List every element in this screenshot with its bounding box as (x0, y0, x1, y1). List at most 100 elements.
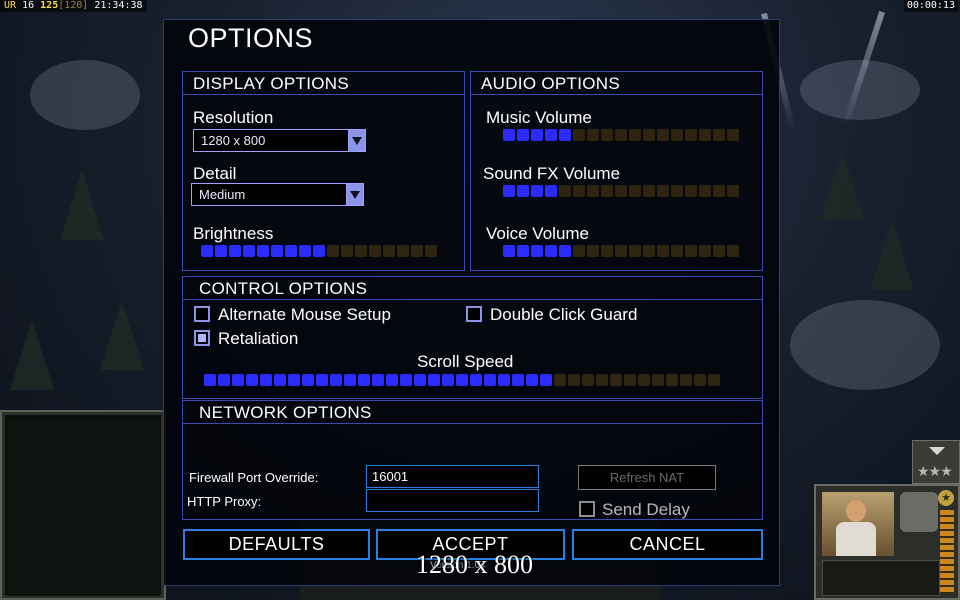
slider-segment[interactable] (285, 245, 297, 257)
slider-segment[interactable] (540, 374, 552, 386)
slider-segment[interactable] (341, 245, 353, 257)
slider-segment[interactable] (456, 374, 468, 386)
slider-segment[interactable] (517, 129, 529, 141)
slider-segment[interactable] (517, 245, 529, 257)
slider-segment[interactable] (215, 245, 227, 257)
slider-segment[interactable] (573, 129, 585, 141)
slider-segment[interactable] (624, 374, 636, 386)
slider-segment[interactable] (531, 245, 543, 257)
slider-segment[interactable] (559, 129, 571, 141)
double-click-guard-checkbox[interactable] (466, 306, 482, 322)
slider-segment[interactable] (652, 374, 664, 386)
slider-segment[interactable] (232, 374, 244, 386)
refresh-nat-button[interactable]: Refresh NAT (578, 465, 716, 490)
slider-segment[interactable] (503, 129, 515, 141)
slider-segment[interactable] (638, 374, 650, 386)
slider-segment[interactable] (355, 245, 367, 257)
slider-segment[interactable] (372, 374, 384, 386)
slider-segment[interactable] (246, 374, 258, 386)
slider-segment[interactable] (559, 245, 571, 257)
slider-segment[interactable] (271, 245, 283, 257)
slider-segment[interactable] (680, 374, 692, 386)
slider-segment[interactable] (288, 374, 300, 386)
slider-segment[interactable] (260, 374, 272, 386)
slider-segment[interactable] (201, 245, 213, 257)
slider-segment[interactable] (629, 185, 641, 197)
slider-segment[interactable] (313, 245, 325, 257)
slider-segment[interactable] (411, 245, 423, 257)
slider-segment[interactable] (615, 185, 627, 197)
slider-segment[interactable] (531, 185, 543, 197)
scroll-speed-slider[interactable] (204, 374, 720, 386)
slider-segment[interactable] (414, 374, 426, 386)
slider-segment[interactable] (657, 129, 669, 141)
slider-segment[interactable] (400, 374, 412, 386)
slider-segment[interactable] (545, 129, 557, 141)
slider-segment[interactable] (671, 245, 683, 257)
slider-segment[interactable] (643, 245, 655, 257)
slider-segment[interactable] (699, 245, 711, 257)
slider-segment[interactable] (531, 129, 543, 141)
slider-segment[interactable] (587, 245, 599, 257)
slider-segment[interactable] (657, 245, 669, 257)
slider-segment[interactable] (601, 129, 613, 141)
slider-segment[interactable] (559, 185, 571, 197)
slider-segment[interactable] (685, 185, 697, 197)
slider-segment[interactable] (327, 245, 339, 257)
slider-segment[interactable] (383, 245, 395, 257)
slider-segment[interactable] (545, 185, 557, 197)
slider-segment[interactable] (601, 245, 613, 257)
slider-segment[interactable] (386, 374, 398, 386)
slider-segment[interactable] (554, 374, 566, 386)
slider-segment[interactable] (369, 245, 381, 257)
slider-segment[interactable] (302, 374, 314, 386)
slider-segment[interactable] (358, 374, 370, 386)
dropdown-arrow-icon[interactable] (348, 130, 365, 151)
slider-segment[interactable] (657, 185, 669, 197)
slider-segment[interactable] (727, 245, 739, 257)
slider-segment[interactable] (498, 374, 510, 386)
slider-segment[interactable] (545, 245, 557, 257)
slider-segment[interactable] (671, 185, 683, 197)
slider-segment[interactable] (587, 185, 599, 197)
resolution-dropdown[interactable]: 1280 x 800 (193, 129, 366, 152)
music-volume-slider[interactable] (503, 129, 739, 141)
defaults-button[interactable]: DEFAULTS (183, 529, 370, 560)
slider-segment[interactable] (229, 245, 241, 257)
slider-segment[interactable] (685, 245, 697, 257)
detail-dropdown[interactable]: Medium (191, 183, 364, 206)
unit-command-slots[interactable] (822, 560, 940, 596)
collapse-arrow-icon[interactable] (929, 447, 945, 455)
slider-segment[interactable] (316, 374, 328, 386)
slider-segment[interactable] (643, 129, 655, 141)
minimap-view[interactable] (8, 420, 160, 596)
slider-segment[interactable] (299, 245, 311, 257)
slider-segment[interactable] (503, 185, 515, 197)
voice-volume-slider[interactable] (503, 245, 739, 257)
slider-segment[interactable] (526, 374, 538, 386)
minimap[interactable] (0, 410, 166, 600)
slider-segment[interactable] (596, 374, 608, 386)
slider-segment[interactable] (666, 374, 678, 386)
send-delay-label[interactable]: Send Delay (602, 500, 690, 520)
slider-segment[interactable] (344, 374, 356, 386)
slider-segment[interactable] (601, 185, 613, 197)
slider-segment[interactable] (428, 374, 440, 386)
slider-segment[interactable] (671, 129, 683, 141)
slider-segment[interactable] (727, 185, 739, 197)
brightness-slider[interactable] (201, 245, 437, 257)
double-click-guard-label[interactable]: Double Click Guard (490, 305, 637, 325)
slider-segment[interactable] (713, 245, 725, 257)
alternate-mouse-checkbox[interactable] (194, 306, 210, 322)
slider-segment[interactable] (573, 185, 585, 197)
slider-segment[interactable] (694, 374, 706, 386)
slider-segment[interactable] (713, 129, 725, 141)
retaliation-checkbox[interactable] (194, 330, 210, 346)
rank-panel[interactable]: ★★★ (912, 440, 960, 484)
slider-segment[interactable] (204, 374, 216, 386)
slider-segment[interactable] (615, 129, 627, 141)
slider-segment[interactable] (699, 185, 711, 197)
slider-segment[interactable] (610, 374, 622, 386)
slider-segment[interactable] (708, 374, 720, 386)
sound-fx-volume-slider[interactable] (503, 185, 739, 197)
